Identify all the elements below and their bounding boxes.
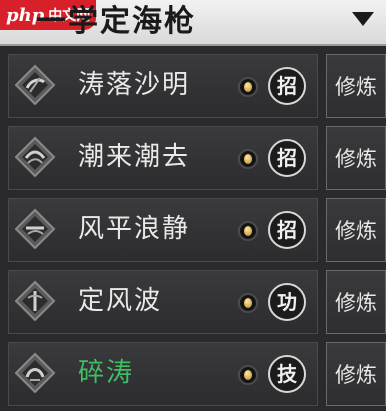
coin-icon bbox=[238, 365, 258, 385]
skill-name: 潮来潮去 bbox=[78, 142, 191, 172]
skill-type-badge: 招 bbox=[268, 139, 306, 177]
coin-icon bbox=[238, 149, 258, 169]
coin-icon bbox=[238, 221, 258, 241]
page-title: 一学定海枪 bbox=[36, 4, 196, 39]
skill-row[interactable]: 定风波 功 修炼 bbox=[0, 270, 386, 336]
skill-type-badge: 技 bbox=[268, 355, 306, 393]
skill-type-badge: 功 bbox=[268, 283, 306, 321]
skill-type-badge: 招 bbox=[268, 67, 306, 105]
skill-name: 定风波 bbox=[78, 286, 163, 316]
coin-icon bbox=[238, 77, 258, 97]
cultivate-button[interactable]: 修炼 bbox=[326, 126, 386, 190]
skill-name: 碎涛 bbox=[78, 358, 135, 388]
skill-name: 风平浪静 bbox=[78, 214, 191, 244]
skill-icon bbox=[14, 64, 56, 106]
skill-row[interactable]: 风平浪静 招 修炼 bbox=[0, 198, 386, 264]
header-bar: php 中文网 一学定海枪 bbox=[0, 0, 386, 46]
skill-icon bbox=[14, 208, 56, 250]
dropdown-arrow-icon[interactable] bbox=[352, 12, 374, 26]
cultivate-button[interactable]: 修炼 bbox=[326, 342, 386, 406]
skill-row[interactable]: 碎涛 技 修炼 bbox=[0, 342, 386, 408]
skill-icon bbox=[14, 280, 56, 322]
skill-type-badge: 招 bbox=[268, 211, 306, 249]
cultivate-button[interactable]: 修炼 bbox=[326, 54, 386, 118]
coin-icon bbox=[238, 293, 258, 313]
skill-icon bbox=[14, 136, 56, 178]
cultivate-button[interactable]: 修炼 bbox=[326, 270, 386, 334]
skill-row[interactable]: 潮来潮去 招 修炼 bbox=[0, 126, 386, 192]
cultivate-button[interactable]: 修炼 bbox=[326, 198, 386, 262]
skill-icon bbox=[14, 352, 56, 394]
skill-name: 涛落沙明 bbox=[78, 70, 191, 100]
skill-row[interactable]: 涛落沙明 招 修炼 bbox=[0, 54, 386, 120]
